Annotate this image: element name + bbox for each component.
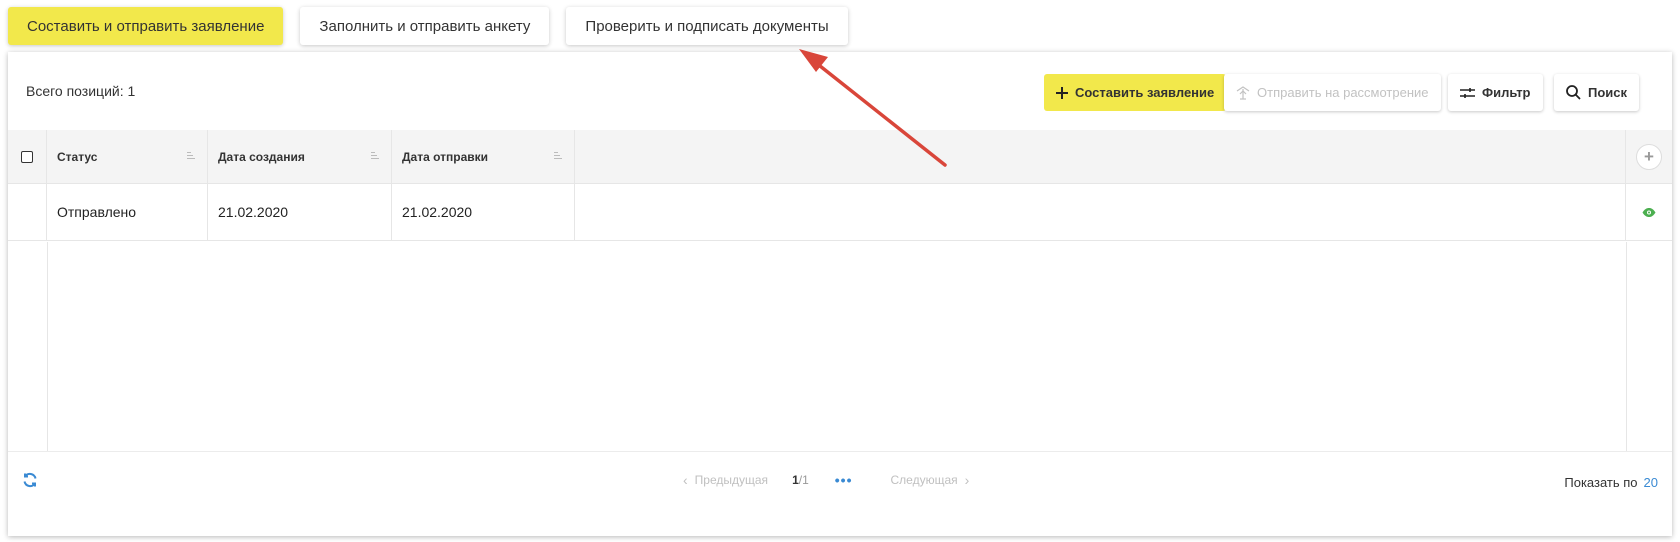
total-count: Всего позиций: 1 bbox=[26, 83, 136, 99]
current-page[interactable]: 1 bbox=[792, 473, 799, 487]
sort-icon[interactable] bbox=[371, 152, 379, 161]
next-page-label: Следующая bbox=[890, 473, 958, 487]
column-header-status[interactable]: Статус bbox=[47, 130, 208, 183]
column-header-actions: + bbox=[1626, 130, 1672, 183]
table-footer: ‹ Предыдущая 1 /1 ••• Следующая › Показа… bbox=[8, 451, 1672, 536]
more-pages-icon[interactable]: ••• bbox=[835, 472, 853, 488]
table-empty-area bbox=[8, 242, 1672, 451]
cell-status: Отправлено bbox=[47, 184, 208, 240]
filter-button[interactable]: Фильтр bbox=[1448, 74, 1543, 111]
send-for-review-label: Отправить на рассмотрение bbox=[1257, 85, 1429, 100]
cell-actions bbox=[1626, 184, 1672, 240]
table-header: Статус Дата создания Дата отправки + bbox=[8, 130, 1672, 184]
upload-icon bbox=[1236, 85, 1250, 100]
column-header-created[interactable]: Дата создания bbox=[208, 130, 392, 183]
select-all-checkbox[interactable] bbox=[21, 150, 33, 163]
column-header-sent-label: Дата отправки bbox=[402, 149, 489, 164]
tab-compose-application[interactable]: Составить и отправить заявление bbox=[8, 7, 284, 45]
search-label: Поиск bbox=[1588, 85, 1628, 100]
search-button[interactable]: Поиск bbox=[1554, 74, 1640, 111]
add-column-icon[interactable]: + bbox=[1636, 143, 1662, 170]
plus-icon bbox=[1056, 86, 1068, 99]
sort-icon[interactable] bbox=[187, 152, 195, 161]
toolbar: Всего позиций: 1 Составить заявление Отп… bbox=[8, 52, 1672, 130]
chevron-right-icon: › bbox=[964, 472, 970, 488]
next-page-button[interactable]: Следующая › bbox=[890, 472, 969, 488]
column-header-sent[interactable]: Дата отправки bbox=[392, 130, 575, 183]
cell-empty bbox=[575, 184, 1626, 240]
prev-page-button[interactable]: ‹ Предыдущая bbox=[683, 472, 768, 488]
column-header-status-label: Статус bbox=[57, 149, 98, 164]
tab-fill-questionnaire[interactable]: Заполнить и отправить анкету bbox=[300, 7, 550, 45]
compose-application-label: Составить заявление bbox=[1075, 85, 1215, 100]
sort-icon[interactable] bbox=[554, 152, 562, 161]
filter-label: Фильтр bbox=[1482, 85, 1531, 100]
compose-application-button[interactable]: Составить заявление bbox=[1044, 74, 1227, 111]
cell-sent: 21.02.2020 bbox=[392, 184, 575, 240]
column-header-created-label: Дата создания bbox=[218, 149, 305, 164]
select-all-cell bbox=[8, 130, 47, 183]
eye-icon[interactable] bbox=[1642, 204, 1656, 220]
refresh-icon[interactable] bbox=[22, 472, 38, 493]
page-size-selector[interactable]: Показать по 20 bbox=[1564, 475, 1658, 490]
table-row[interactable]: Отправлено 21.02.2020 21.02.2020 bbox=[8, 184, 1672, 241]
applications-table: Статус Дата создания Дата отправки + Отп… bbox=[8, 130, 1672, 241]
tab-check-sign-documents[interactable]: Проверить и подписать документы bbox=[566, 7, 848, 45]
total-pages: /1 bbox=[798, 473, 809, 487]
send-for-review-button[interactable]: Отправить на рассмотрение bbox=[1224, 74, 1441, 111]
pagination: ‹ Предыдущая 1 /1 ••• Следующая › bbox=[683, 472, 969, 488]
column-header-empty bbox=[575, 130, 1626, 183]
row-check-cell bbox=[8, 184, 47, 240]
page-size-label: Показать по bbox=[1564, 475, 1638, 490]
cell-created: 21.02.2020 bbox=[208, 184, 392, 240]
prev-page-label: Предыдущая bbox=[694, 473, 769, 487]
filter-icon bbox=[1460, 87, 1475, 99]
search-icon bbox=[1566, 85, 1581, 100]
top-tabs: Составить и отправить заявление Заполнит… bbox=[8, 7, 848, 45]
page-size-value[interactable]: 20 bbox=[1644, 475, 1658, 490]
applications-panel: Всего позиций: 1 Составить заявление Отп… bbox=[8, 52, 1672, 536]
chevron-left-icon: ‹ bbox=[683, 472, 688, 488]
